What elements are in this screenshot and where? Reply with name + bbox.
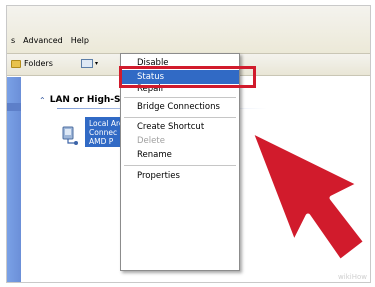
folder-icon (11, 59, 21, 68)
menu-item-bridge-connections[interactable]: Bridge Connections (121, 100, 239, 114)
menu-item-rename[interactable]: Rename (121, 148, 239, 162)
watermark: wikiHow (338, 273, 367, 281)
menu-separator (124, 97, 236, 98)
menu-item-delete: Delete (137, 136, 165, 146)
task-pane (7, 77, 21, 282)
menu-item-truncated[interactable]: s (11, 36, 15, 45)
menu-item-help[interactable]: Help (71, 36, 89, 45)
menu-separator (124, 165, 236, 166)
pointer-arrow-icon (247, 127, 369, 265)
menu-item-create-shortcut[interactable]: Create Shortcut (121, 120, 239, 134)
folders-label: Folders (24, 59, 53, 68)
menu-item-properties[interactable]: Properties (121, 169, 239, 183)
views-button[interactable]: ▾ (81, 59, 98, 68)
task-pane-tab[interactable] (7, 103, 21, 111)
folders-button[interactable]: Folders (11, 59, 53, 68)
views-icon (81, 59, 93, 68)
menu-bar: s Advanced Help (7, 6, 370, 54)
chevron-up-icon[interactable]: ⌃ (39, 96, 46, 105)
menu-separator (124, 117, 236, 118)
status-highlight-box (119, 66, 256, 88)
menu-row: s Advanced Help (11, 36, 89, 45)
network-connection-icon[interactable] (61, 125, 79, 147)
chevron-down-icon: ▾ (95, 60, 99, 67)
menu-item-advanced[interactable]: Advanced (23, 36, 63, 45)
